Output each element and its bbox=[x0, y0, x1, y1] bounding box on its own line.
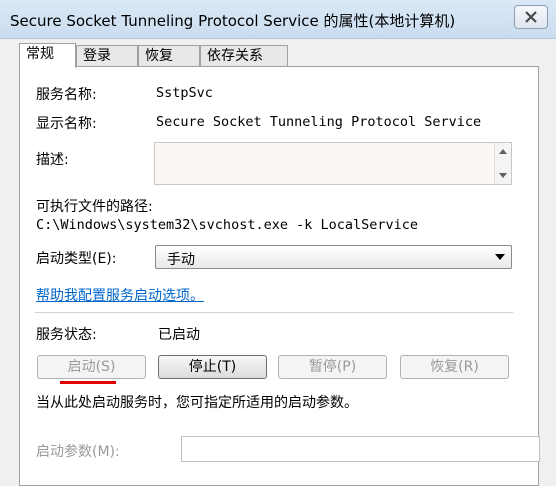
red-underline-annotation bbox=[60, 381, 116, 384]
service-status-label: 服务状态: bbox=[36, 327, 97, 343]
tab-label: 登录 bbox=[83, 48, 111, 64]
service-name-value: SstpSvc bbox=[156, 85, 213, 101]
tab-label: 常规 bbox=[26, 46, 54, 62]
start-params-input[interactable] bbox=[181, 436, 540, 462]
tab-label: 依存关系 bbox=[207, 48, 263, 64]
display-name-label: 显示名称: bbox=[36, 116, 97, 132]
tab-recovery[interactable]: 恢复 bbox=[138, 45, 200, 67]
help-link[interactable]: 帮助我配置服务启动选项。 bbox=[36, 285, 204, 305]
tab-logon[interactable]: 登录 bbox=[76, 45, 138, 67]
start-params-label: 启动参数(M): bbox=[36, 444, 120, 460]
path-value: C:\Windows\system32\svchost.exe -k Local… bbox=[36, 217, 419, 233]
startup-type-label: 启动类型(E): bbox=[36, 251, 117, 267]
description-textbox[interactable] bbox=[154, 142, 512, 185]
description-scrollbar[interactable] bbox=[494, 143, 511, 184]
path-label: 可执行文件的路径: bbox=[36, 199, 153, 215]
service-status-value: 已启动 bbox=[158, 327, 200, 343]
tab-label: 恢复 bbox=[145, 48, 173, 64]
window-title: Secure Socket Tunneling Protocol Service… bbox=[10, 12, 456, 30]
service-name-label: 服务名称: bbox=[36, 87, 97, 103]
scroll-up-icon[interactable] bbox=[499, 149, 507, 154]
pause-button[interactable]: 暂停(P) bbox=[278, 355, 387, 379]
hint-text: 当从此处启动服务时，您可指定所适用的启动参数。 bbox=[36, 395, 358, 411]
description-label: 描述: bbox=[36, 152, 69, 168]
title-bar: Secure Socket Tunneling Protocol Service… bbox=[0, 0, 556, 39]
tab-dependencies[interactable]: 依存关系 bbox=[200, 45, 288, 67]
tab-general[interactable]: 常规 bbox=[19, 43, 76, 68]
stop-button[interactable]: 停止(T) bbox=[158, 355, 267, 379]
startup-type-select[interactable]: 手动 bbox=[155, 245, 512, 269]
display-name-value: Secure Socket Tunneling Protocol Service bbox=[156, 114, 482, 130]
startup-type-value: 手动 bbox=[167, 252, 195, 268]
close-icon bbox=[525, 11, 537, 23]
scroll-down-icon[interactable] bbox=[499, 173, 507, 178]
divider bbox=[35, 312, 513, 313]
chevron-down-icon bbox=[495, 254, 505, 260]
close-button[interactable] bbox=[514, 5, 548, 29]
resume-button[interactable]: 恢复(R) bbox=[400, 355, 509, 379]
general-panel: 服务名称: SstpSvc 显示名称: Secure Socket Tunnel… bbox=[19, 66, 540, 486]
start-button[interactable]: 启动(S) bbox=[37, 355, 146, 379]
